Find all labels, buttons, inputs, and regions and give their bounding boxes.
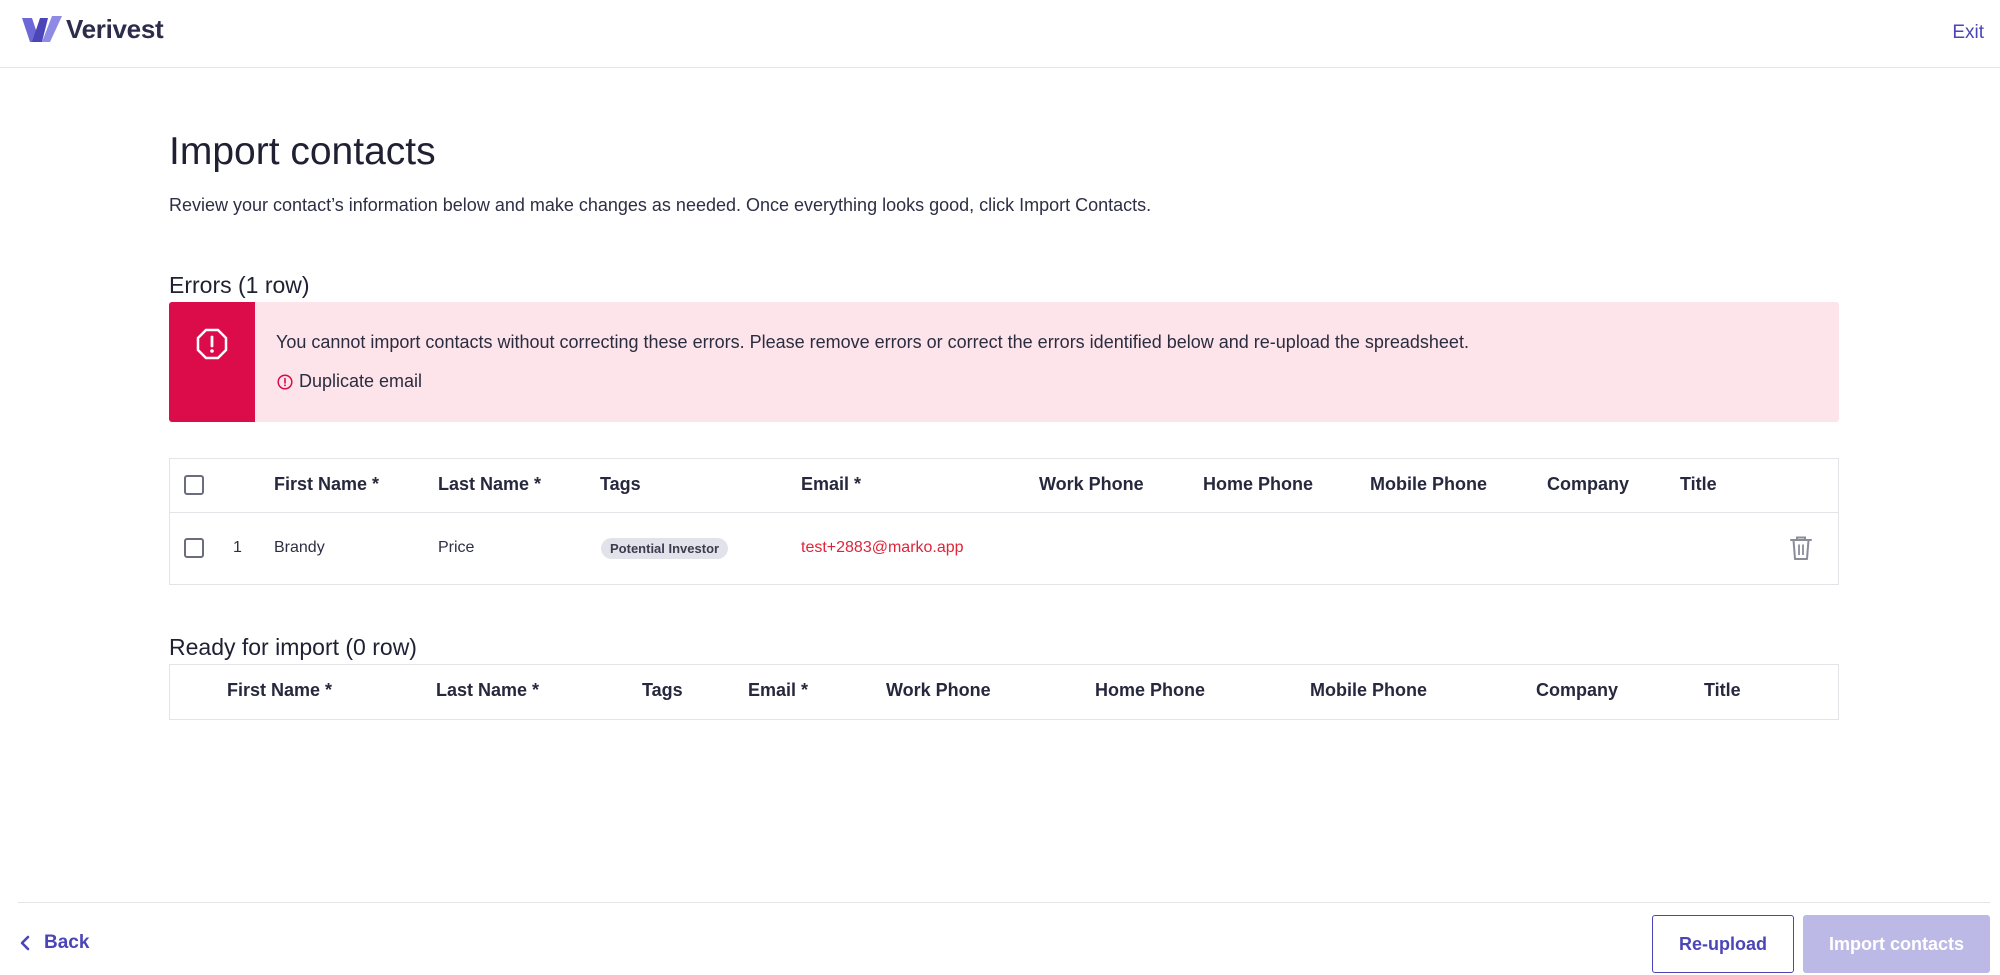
- page-description: Review your contact’s information below …: [169, 195, 1152, 215]
- footer-divider: [18, 902, 1990, 903]
- reupload-button[interactable]: Re-upload: [1652, 915, 1794, 973]
- column-header-email: Email *: [748, 680, 809, 700]
- tag-chip[interactable]: Potential Investor: [601, 538, 729, 559]
- column-header-title: Title: [1680, 474, 1717, 494]
- import-contacts-button[interactable]: Import contacts: [1803, 915, 1990, 973]
- column-header-title: Title: [1704, 680, 1741, 700]
- page-title: Import contacts: [169, 130, 436, 173]
- errors-table: First Name * Last Name * Tags Email * Wo…: [169, 458, 1839, 585]
- verivest-logo-icon: [22, 15, 62, 42]
- exit-link[interactable]: Exit: [1952, 22, 1984, 44]
- row-index: 1: [233, 539, 242, 556]
- column-header-tags: Tags: [642, 680, 683, 700]
- alert-octagon-icon: [196, 328, 228, 360]
- error-banner: You cannot import contacts without corre…: [169, 302, 1839, 422]
- alert-circle-icon: [277, 373, 293, 390]
- column-header-first-name: First Name *: [274, 474, 380, 494]
- header-divider: [170, 512, 1838, 513]
- cell-last-name[interactable]: Price: [438, 539, 474, 557]
- chevron-left-icon: [20, 935, 30, 951]
- column-header-company: Company: [1547, 474, 1630, 494]
- delete-row-button[interactable]: [1790, 535, 1812, 566]
- cell-first-name[interactable]: Brandy: [274, 539, 325, 557]
- error-banner-icon-box: [169, 302, 255, 422]
- select-all-checkbox[interactable]: [184, 475, 204, 495]
- row-checkbox[interactable]: [184, 538, 204, 558]
- error-item-text: Duplicate email: [299, 371, 423, 391]
- column-header-work-phone: Work Phone: [886, 680, 991, 700]
- column-header-home-phone: Home Phone: [1203, 474, 1314, 494]
- error-banner-message: You cannot import contacts without corre…: [276, 332, 1469, 352]
- brand-logo[interactable]: Verivest: [22, 14, 164, 45]
- error-item: Duplicate email: [277, 371, 422, 392]
- top-bar: Verivest Exit: [0, 0, 2000, 68]
- column-header-tags: Tags: [600, 474, 641, 494]
- column-header-first-name: First Name *: [227, 680, 333, 700]
- errors-section-title: Errors (1 row): [169, 272, 310, 298]
- back-button[interactable]: Back: [20, 932, 89, 954]
- column-header-last-name: Last Name *: [438, 474, 542, 494]
- column-header-home-phone: Home Phone: [1095, 680, 1206, 700]
- column-header-mobile-phone: Mobile Phone: [1310, 680, 1427, 700]
- column-header-email: Email *: [801, 474, 862, 494]
- trash-icon: [1790, 536, 1812, 560]
- column-header-company: Company: [1536, 680, 1619, 700]
- ready-table: First Name * Last Name * Tags Email * Wo…: [169, 664, 1839, 720]
- cell-email[interactable]: test+2883@marko.app: [801, 539, 964, 557]
- ready-section-title: Ready for import (0 row): [169, 634, 417, 660]
- brand-name: Verivest: [66, 14, 164, 44]
- column-header-mobile-phone: Mobile Phone: [1370, 474, 1487, 494]
- column-header-last-name: Last Name *: [436, 680, 540, 700]
- column-header-work-phone: Work Phone: [1039, 474, 1144, 494]
- back-label: Back: [44, 932, 90, 953]
